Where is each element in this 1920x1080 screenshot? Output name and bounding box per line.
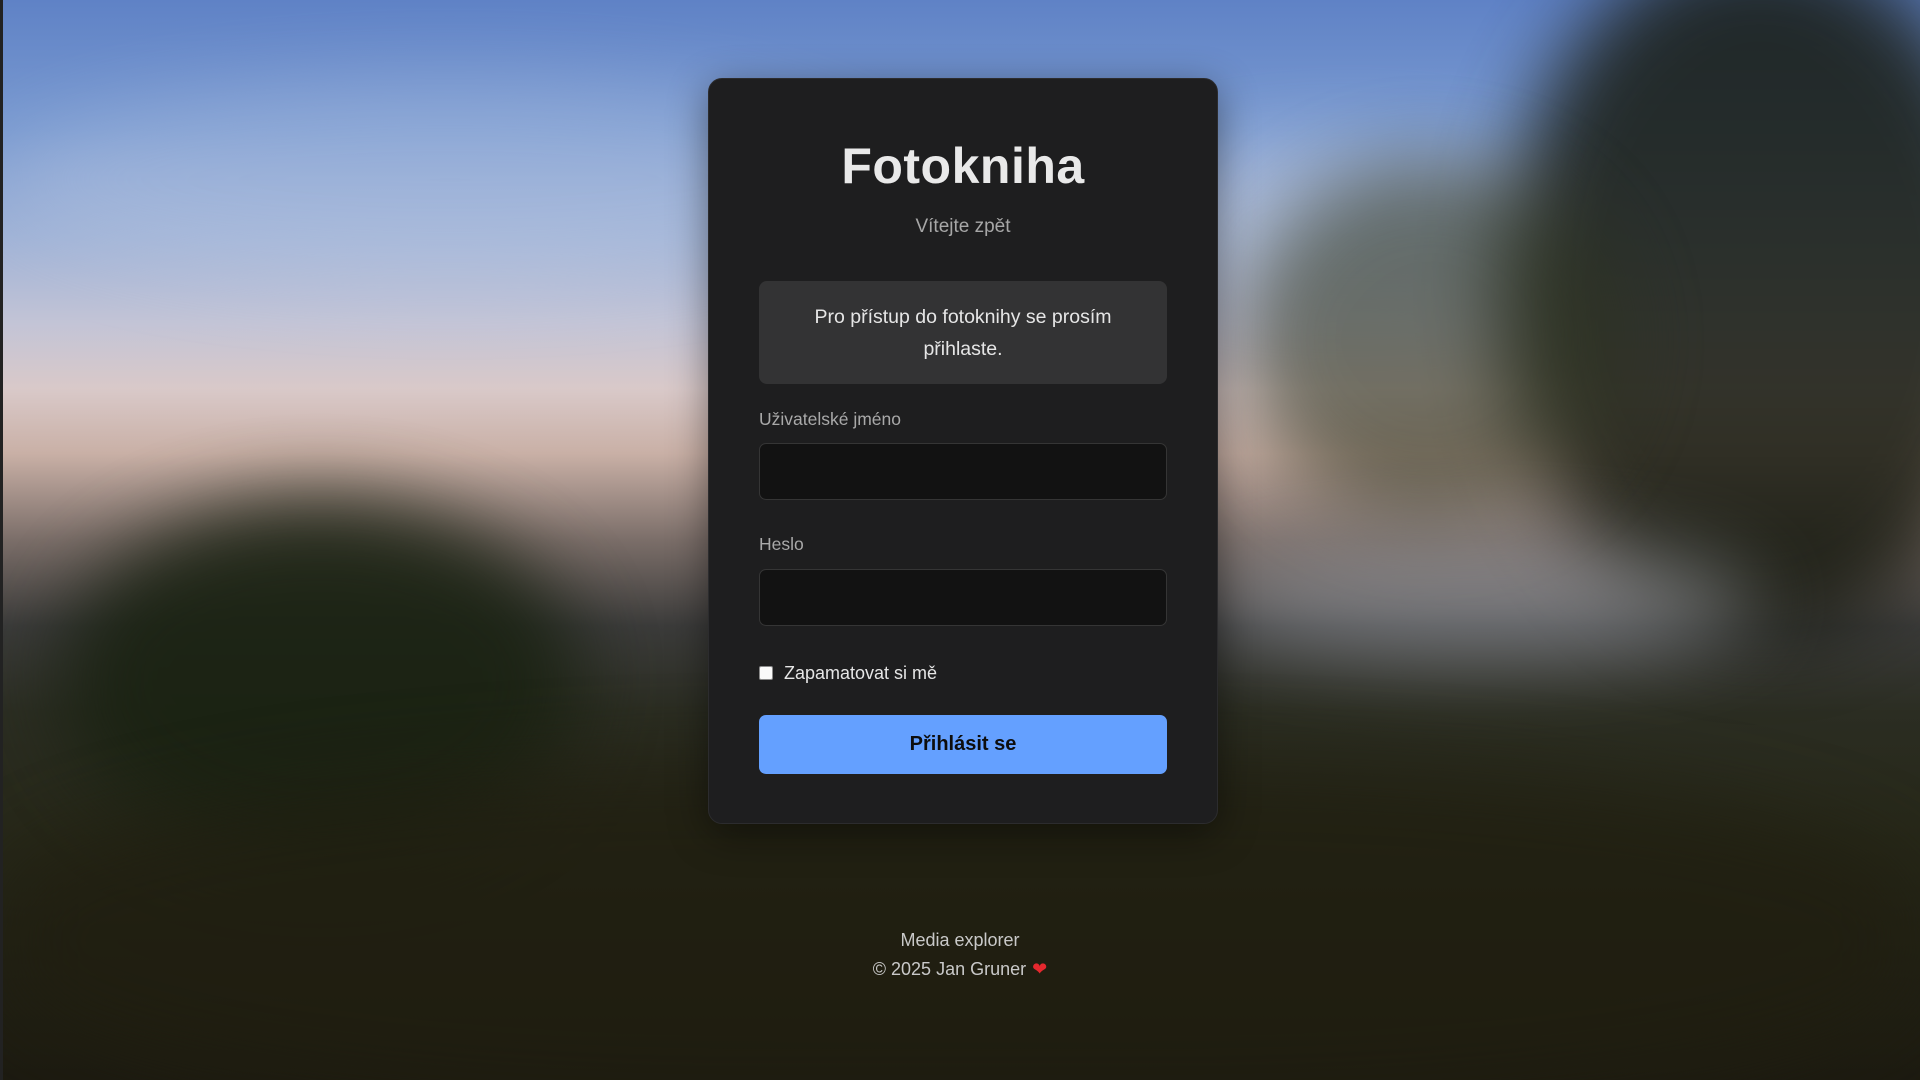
app-title: Fotokniha <box>841 138 1085 194</box>
footer-copyright: © 2025 Jan Gruner <box>872 959 1027 979</box>
welcome-subtitle: Vítejte zpět <box>915 216 1011 237</box>
username-input[interactable] <box>759 443 1167 500</box>
remember-me-checkbox[interactable] <box>759 666 773 680</box>
login-notice: Pro přístup do fotoknihy se prosím přihl… <box>759 281 1167 384</box>
remember-me-row[interactable]: Zapamatovat si mě <box>759 661 937 685</box>
footer-app-name: Media explorer <box>900 930 1020 950</box>
password-input[interactable] <box>759 569 1167 626</box>
username-label: Uživatelské jméno <box>759 409 901 429</box>
remember-me-label[interactable]: Zapamatovat si mě <box>784 663 937 684</box>
heart-icon: ❤ <box>1032 959 1048 979</box>
login-card: Fotokniha Vítejte zpět Pro přístup do fo… <box>708 78 1218 824</box>
login-notice-text: Pro přístup do fotoknihy se prosím přihl… <box>814 305 1112 360</box>
footer: Media explorer © 2025 Jan Gruner ❤ <box>0 926 1920 984</box>
login-button[interactable]: Přihlásit se <box>759 715 1167 774</box>
footer-copyright-line: © 2025 Jan Gruner ❤ <box>0 955 1920 984</box>
password-label: Heslo <box>759 534 804 554</box>
